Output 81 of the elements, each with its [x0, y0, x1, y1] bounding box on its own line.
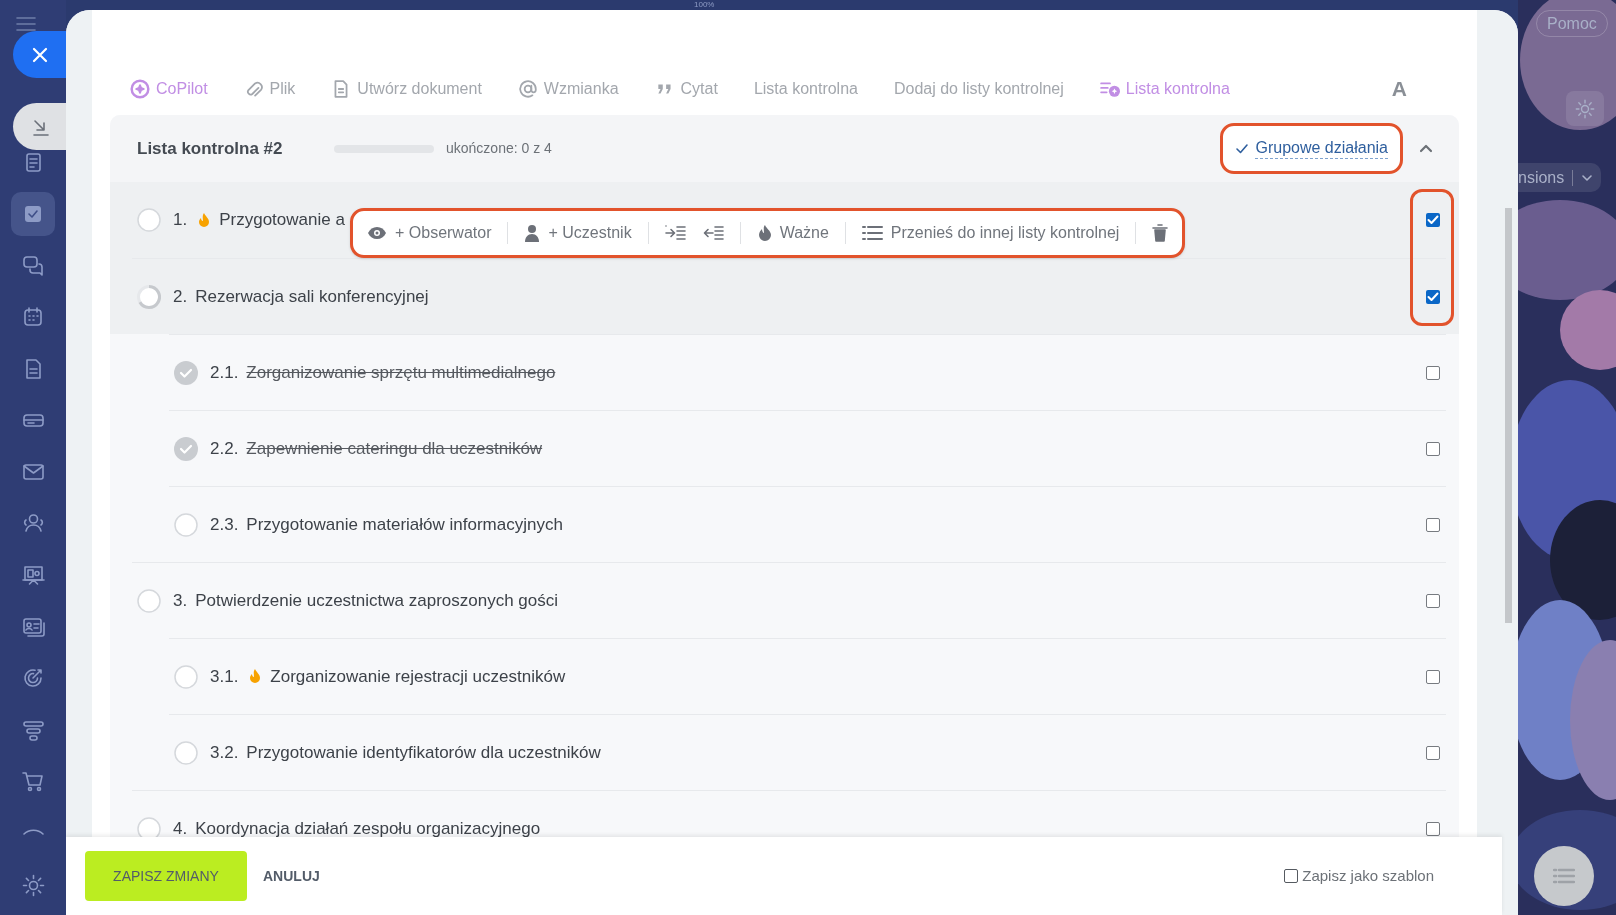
- template-checkbox[interactable]: Zapisz jako szablon: [1284, 864, 1434, 888]
- row-checkbox[interactable]: [1426, 821, 1440, 836]
- toolbar-button[interactable]: CoPilot: [130, 77, 208, 101]
- action-button[interactable]: + Uczestnik: [524, 221, 632, 245]
- zoom-label: 100%: [694, 0, 715, 9]
- presentation-board-icon[interactable]: [21, 564, 45, 588]
- item-number: 2.1.: [210, 361, 239, 384]
- item-text: Koordynacja działań zespołu organizacyjnego: [195, 817, 541, 840]
- row-checkbox[interactable]: [1426, 669, 1440, 684]
- toolbar-button[interactable]: Wzmianka: [517, 77, 619, 101]
- progress-label: ukończone: 0 z 4: [446, 139, 552, 158]
- settings-button[interactable]: [1566, 91, 1604, 126]
- check-icon: [1235, 141, 1250, 156]
- chat-icon[interactable]: [21, 254, 45, 278]
- indent-button[interactable]: [664, 224, 686, 242]
- menu-icon[interactable]: [15, 15, 37, 32]
- trash-icon: [1152, 224, 1169, 242]
- item-number: 2.2.: [210, 437, 239, 460]
- save-button[interactable]: ZAPISZ ZMIANY: [85, 851, 247, 901]
- close-button[interactable]: [13, 31, 66, 78]
- person-icon: [524, 224, 541, 242]
- item-text: Przygotowanie identyfikatorów dla uczestników: [246, 741, 601, 764]
- toolbar-button[interactable]: Plik: [243, 77, 296, 101]
- eye-icon: [367, 224, 387, 242]
- minimize-button[interactable]: [13, 103, 66, 150]
- item-text: Zorganizowanie sprzętu multimedialnego: [246, 361, 556, 384]
- outdent-icon: [702, 224, 724, 242]
- cart-icon[interactable]: [21, 770, 45, 794]
- item-number: 2.3.: [210, 513, 239, 536]
- funnel-icon[interactable]: [21, 718, 45, 742]
- row-checkbox[interactable]: [1426, 745, 1440, 760]
- indent-icon: [664, 224, 686, 242]
- row-checkbox[interactable]: [1426, 365, 1440, 380]
- item-text: Przygotowanie materiałów informacyjnych: [246, 513, 563, 536]
- row-checkbox[interactable]: [1426, 593, 1440, 608]
- toolbar-button[interactable]: Lista kontrolna: [753, 77, 858, 101]
- sidebar-item-highlight[interactable]: [11, 192, 55, 237]
- toolbar-button[interactable]: Utwórz dokument: [331, 77, 482, 101]
- row-checkbox[interactable]: [1426, 213, 1440, 227]
- checked-circle-icon[interactable]: [174, 436, 198, 461]
- flame-icon: [756, 224, 772, 242]
- arrow-down-right-icon[interactable]: [30, 117, 49, 136]
- toolbar-button[interactable]: Dodaj do listy kontrolnej: [893, 77, 1064, 101]
- checked-circle-icon[interactable]: [174, 360, 198, 385]
- item-number: 1.: [173, 209, 188, 232]
- toolbar-button[interactable]: Lista kontrolna: [1099, 77, 1230, 101]
- action-button[interactable]: + Obserwator: [367, 221, 492, 245]
- cancel-button[interactable]: ANULUJ: [263, 865, 320, 887]
- check-icon: [1426, 213, 1440, 227]
- item-number: 3.: [173, 589, 188, 612]
- item-text: Zorganizowanie rejestracji uczestników: [270, 665, 566, 688]
- list-icon: [1553, 868, 1575, 884]
- action-button[interactable]: Ważne: [756, 221, 829, 245]
- settings-icon: [1575, 98, 1595, 119]
- text-format-button[interactable]: A: [1391, 73, 1407, 105]
- contact-card-icon[interactable]: [21, 615, 45, 639]
- trash-button[interactable]: [1152, 224, 1169, 242]
- at-sign-icon: [517, 79, 538, 99]
- settings-icon[interactable]: [21, 873, 45, 897]
- close-icon[interactable]: [31, 46, 48, 63]
- group-actions-toggle[interactable]: Grupowe działania: [1220, 123, 1403, 174]
- copilot-icon: [130, 79, 150, 99]
- row-checkbox[interactable]: [1426, 289, 1440, 304]
- item-number: 3.2.: [210, 741, 239, 764]
- toolbar-button[interactable]: Cytat: [654, 77, 718, 101]
- list-icon: [861, 224, 883, 242]
- item-number: 3.1.: [210, 665, 239, 688]
- action-button[interactable]: Przenieś do innej listy kontrolnej: [861, 221, 1120, 245]
- item-text: Rezerwacja sali konferencyjnej: [195, 285, 429, 308]
- row-checkbox[interactable]: [1426, 517, 1440, 532]
- item-text: Zapewnienie cateringu dla uczestników: [246, 437, 543, 460]
- dropdown-button[interactable]: nsions: [1518, 163, 1602, 192]
- item-number: 2.: [173, 285, 188, 308]
- scrollbar[interactable]: [1505, 208, 1512, 623]
- checklist-title: Lista kontrolna #2: [137, 137, 284, 160]
- check-icon: [1426, 289, 1440, 304]
- outdent-button[interactable]: [702, 224, 724, 242]
- item-text: Przygotowanie a: [219, 209, 345, 232]
- item-number: 4.: [173, 817, 188, 840]
- row-checkbox[interactable]: [1426, 441, 1440, 456]
- item-text: Potwierdzenie uczestnictwa zaproszonych gości: [195, 589, 559, 612]
